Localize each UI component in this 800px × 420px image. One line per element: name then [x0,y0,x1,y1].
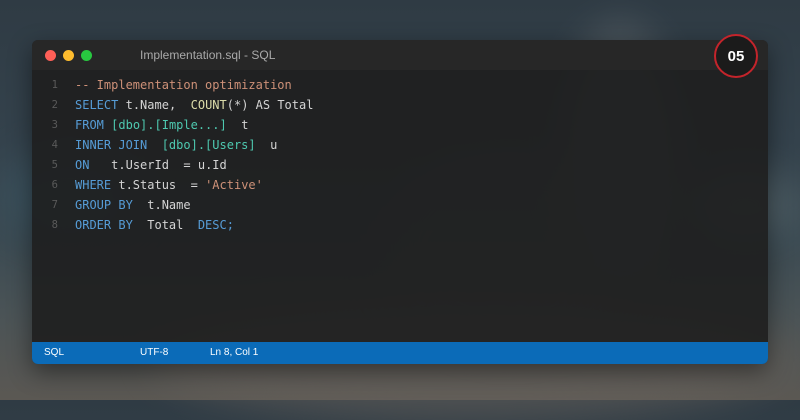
sql-columns: t.Name, [125,98,177,112]
sql-column: t.UserId [111,158,169,172]
code-line: 6 WHERE t.Status = 'Active' [32,175,768,195]
sql-alias: t [241,118,249,132]
status-bar: SQL UTF-8 Ln 8, Col 1 [32,342,768,364]
sql-keyword: GROUP BY [75,198,133,212]
sql-keyword: INNER JOIN [75,138,148,152]
line-number: 7 [51,199,58,211]
window-title: Implementation.sql - SQL [140,48,276,62]
sql-keyword: ORDER BY [75,218,133,232]
code-editor[interactable]: 1 -- Implementation optimization 2 SELEC… [32,70,768,342]
sql-function: COUNT [190,98,227,112]
line-number: 1 [51,79,58,91]
code-line: 4 INNER JOIN [dbo].[Users] u [32,135,768,155]
line-number: 3 [51,119,58,131]
sql-table: [dbo].[Imple...] [111,118,227,132]
code-line: 8 ORDER BY Total DESC; [32,215,768,235]
sql-column: Total [147,218,184,232]
sql-operator: = [190,178,198,192]
sql-alias: u [270,138,278,152]
line-number: 6 [51,179,58,191]
sql-table: [dbo].[Users] [161,138,256,152]
status-encoding[interactable]: UTF-8 [140,342,168,364]
sql-expression: (*) AS Total [226,98,314,112]
sql-keyword: FROM [75,118,104,132]
code-line: 7 GROUP BY t.Name [32,195,768,215]
code-line: 2 SELECT t.Name, COUNT (*) AS Total [32,95,768,115]
sql-keyword: SELECT [75,98,119,112]
sql-column: t.Name [147,198,191,212]
sql-comment: -- Implementation optimization [75,78,292,92]
step-number-badge: 05 [714,34,758,78]
maximize-window-button[interactable] [81,49,92,61]
code-line: 1 -- Implementation optimization [32,75,768,95]
sql-column: t.Status [118,178,177,192]
line-number: 2 [51,99,58,111]
sql-keyword: WHERE [75,178,112,192]
close-window-button[interactable] [45,49,56,61]
line-number: 4 [51,139,58,151]
title-bar: Implementation.sql - SQL [32,40,768,70]
line-number: 5 [51,159,58,171]
status-cursor-position[interactable]: Ln 8, Col 1 [210,342,258,364]
sql-keyword: ON [75,158,90,172]
sql-keyword: DESC; [197,218,234,232]
status-language[interactable]: SQL [44,342,64,364]
editor-window: Implementation.sql - SQL 1 -- Implementa… [32,40,768,364]
code-line: 5 ON t.UserId = u.Id [32,155,768,175]
minimize-window-button[interactable] [63,49,74,61]
line-number: 8 [51,219,58,231]
sql-string: 'Active' [205,178,263,192]
sql-expression: = u.Id [183,158,227,172]
code-line: 3 FROM [dbo].[Imple...] t [32,115,768,135]
